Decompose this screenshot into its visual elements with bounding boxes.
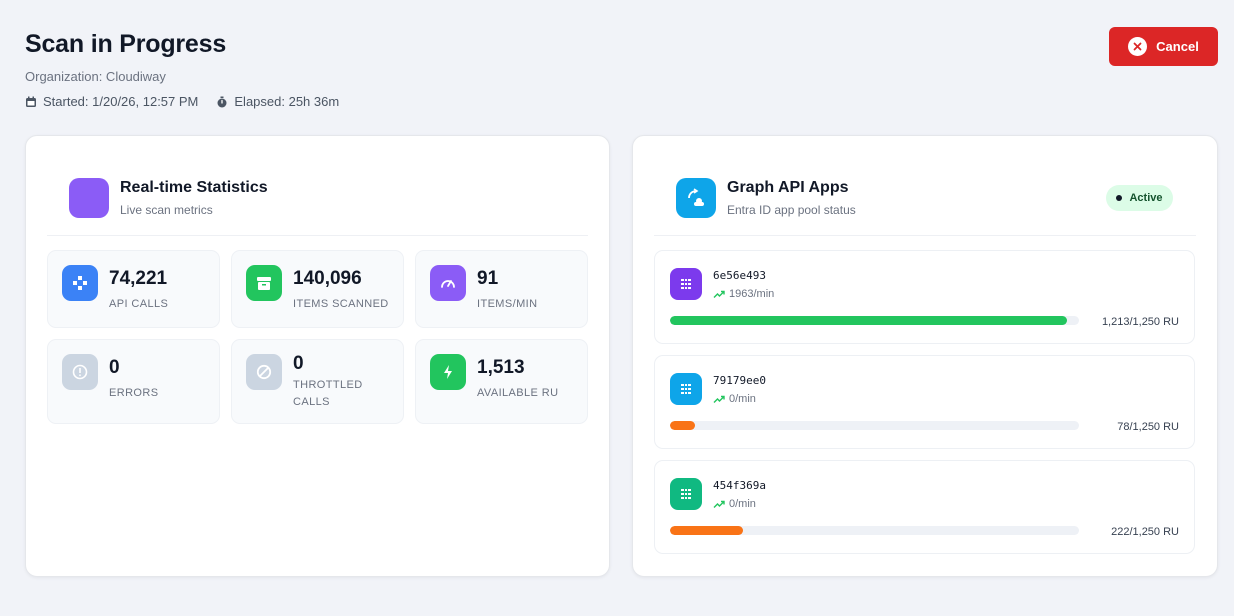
stat-value: 1,513 (477, 357, 525, 378)
app-rate: 0/min (713, 498, 756, 510)
apps-card-header: Graph API Apps Entra ID app pool status (676, 178, 856, 218)
graph-api-apps-card: Graph API Apps Entra ID app pool status … (632, 135, 1218, 577)
ru-progress-fill (670, 526, 743, 535)
organization-label: Organization: Cloudiway (25, 69, 166, 84)
trending-up-icon (713, 500, 725, 508)
status-dot (1116, 195, 1123, 201)
stat-value: 0 (293, 353, 304, 374)
stat-tile-items-per-min: 91 ITEMS/MIN (415, 250, 588, 328)
stats-card-header: Real-time Statistics Live scan metrics (69, 178, 268, 218)
cancel-label: Cancel (1156, 39, 1199, 54)
app-id: 79179ee0 (713, 374, 766, 387)
trending-up-icon (713, 395, 725, 403)
stat-tile-available-ru: 1,513 AVAILABLE RU (415, 339, 588, 424)
ban-icon (246, 354, 282, 390)
elapsed-label: Elapsed: 25h 36m (234, 94, 340, 109)
ru-progress-bar (670, 421, 1079, 430)
divider (654, 235, 1196, 236)
apps-title: Graph API Apps (727, 179, 849, 196)
stat-tile-errors: 0 ERRORS (47, 339, 220, 424)
stat-tile-api-calls: 74,221 API CALLS (47, 250, 220, 328)
stopwatch-icon (217, 96, 227, 107)
elapsed-info: Elapsed: 25h 36m (216, 94, 339, 109)
close-circle-icon (1128, 37, 1148, 56)
stat-tile-items-scanned: 140,096 ITEMS SCANNED (231, 250, 404, 328)
stat-value: 74,221 (109, 268, 168, 289)
app-id: 454f369a (713, 479, 766, 492)
calendar-icon (26, 96, 36, 107)
ru-progress-fill (670, 316, 1067, 325)
stat-label: ITEMS SCANNED (293, 298, 389, 310)
app-item: 454f369a 0/min 222/1,250 RU (654, 460, 1195, 554)
ru-progress-bar (670, 526, 1079, 535)
app-rate: 1963/min (713, 288, 774, 300)
gauge-icon (430, 265, 466, 301)
stat-value: 0 (109, 357, 120, 378)
stat-label: THROTTLED CALLS (293, 379, 363, 408)
app-item: 79179ee0 0/min 78/1,250 RU (654, 355, 1195, 449)
ru-progress-fill (670, 421, 696, 430)
cancel-button[interactable]: Cancel (1109, 27, 1218, 66)
ru-usage-label: 1,213/1,250 RU (1101, 316, 1179, 328)
stat-label: AVAILABLE RU (477, 387, 559, 399)
ru-progress-bar (670, 316, 1079, 325)
page-title: Scan in Progress (25, 30, 227, 58)
status-label: Active (1129, 192, 1163, 204)
started-info: Started: 1/20/26, 12:57 PM (25, 94, 198, 109)
app-item: 6e56e493 1963/min 1,213/1,250 RU (654, 250, 1195, 344)
app-grid-icon (670, 268, 702, 300)
app-rate-label: 0/min (729, 393, 756, 405)
divider (47, 235, 588, 236)
status-badge: Active (1106, 185, 1173, 211)
app-rate-label: 1963/min (729, 288, 775, 300)
scan-meta: Started: 1/20/26, 12:57 PM Elapsed: 25h … (25, 94, 357, 109)
trending-up-icon (713, 290, 725, 298)
app-pool-icon (676, 178, 716, 218)
app-id: 6e56e493 (713, 269, 766, 282)
app-grid-icon (670, 478, 702, 510)
ru-usage-label: 222/1,250 RU (1111, 526, 1179, 538)
archive-icon (246, 265, 282, 301)
alert-icon (62, 354, 98, 390)
stat-label: ITEMS/MIN (477, 298, 538, 310)
stats-subtitle: Live scan metrics (120, 203, 213, 217)
stat-value: 91 (477, 268, 499, 289)
started-label: Started: 1/20/26, 12:57 PM (43, 94, 199, 109)
network-icon (62, 265, 98, 301)
stat-value: 140,096 (293, 268, 362, 289)
stat-label: ERRORS (109, 387, 159, 399)
apps-subtitle: Entra ID app pool status (727, 203, 856, 217)
page-header: Scan in Progress Organization: Cloudiway… (25, 30, 357, 109)
app-rate-label: 0/min (729, 498, 756, 510)
statistics-icon (69, 178, 109, 218)
app-grid-icon (670, 373, 702, 405)
stat-tile-throttled-calls: 0 THROTTLED CALLS (231, 339, 404, 424)
app-rate: 0/min (713, 393, 756, 405)
stats-title: Real-time Statistics (120, 179, 268, 196)
stat-label: API CALLS (109, 298, 169, 310)
realtime-statistics-card: Real-time Statistics Live scan metrics 7… (25, 135, 610, 577)
ru-usage-label: 78/1,250 RU (1117, 421, 1179, 433)
bolt-icon (430, 354, 466, 390)
